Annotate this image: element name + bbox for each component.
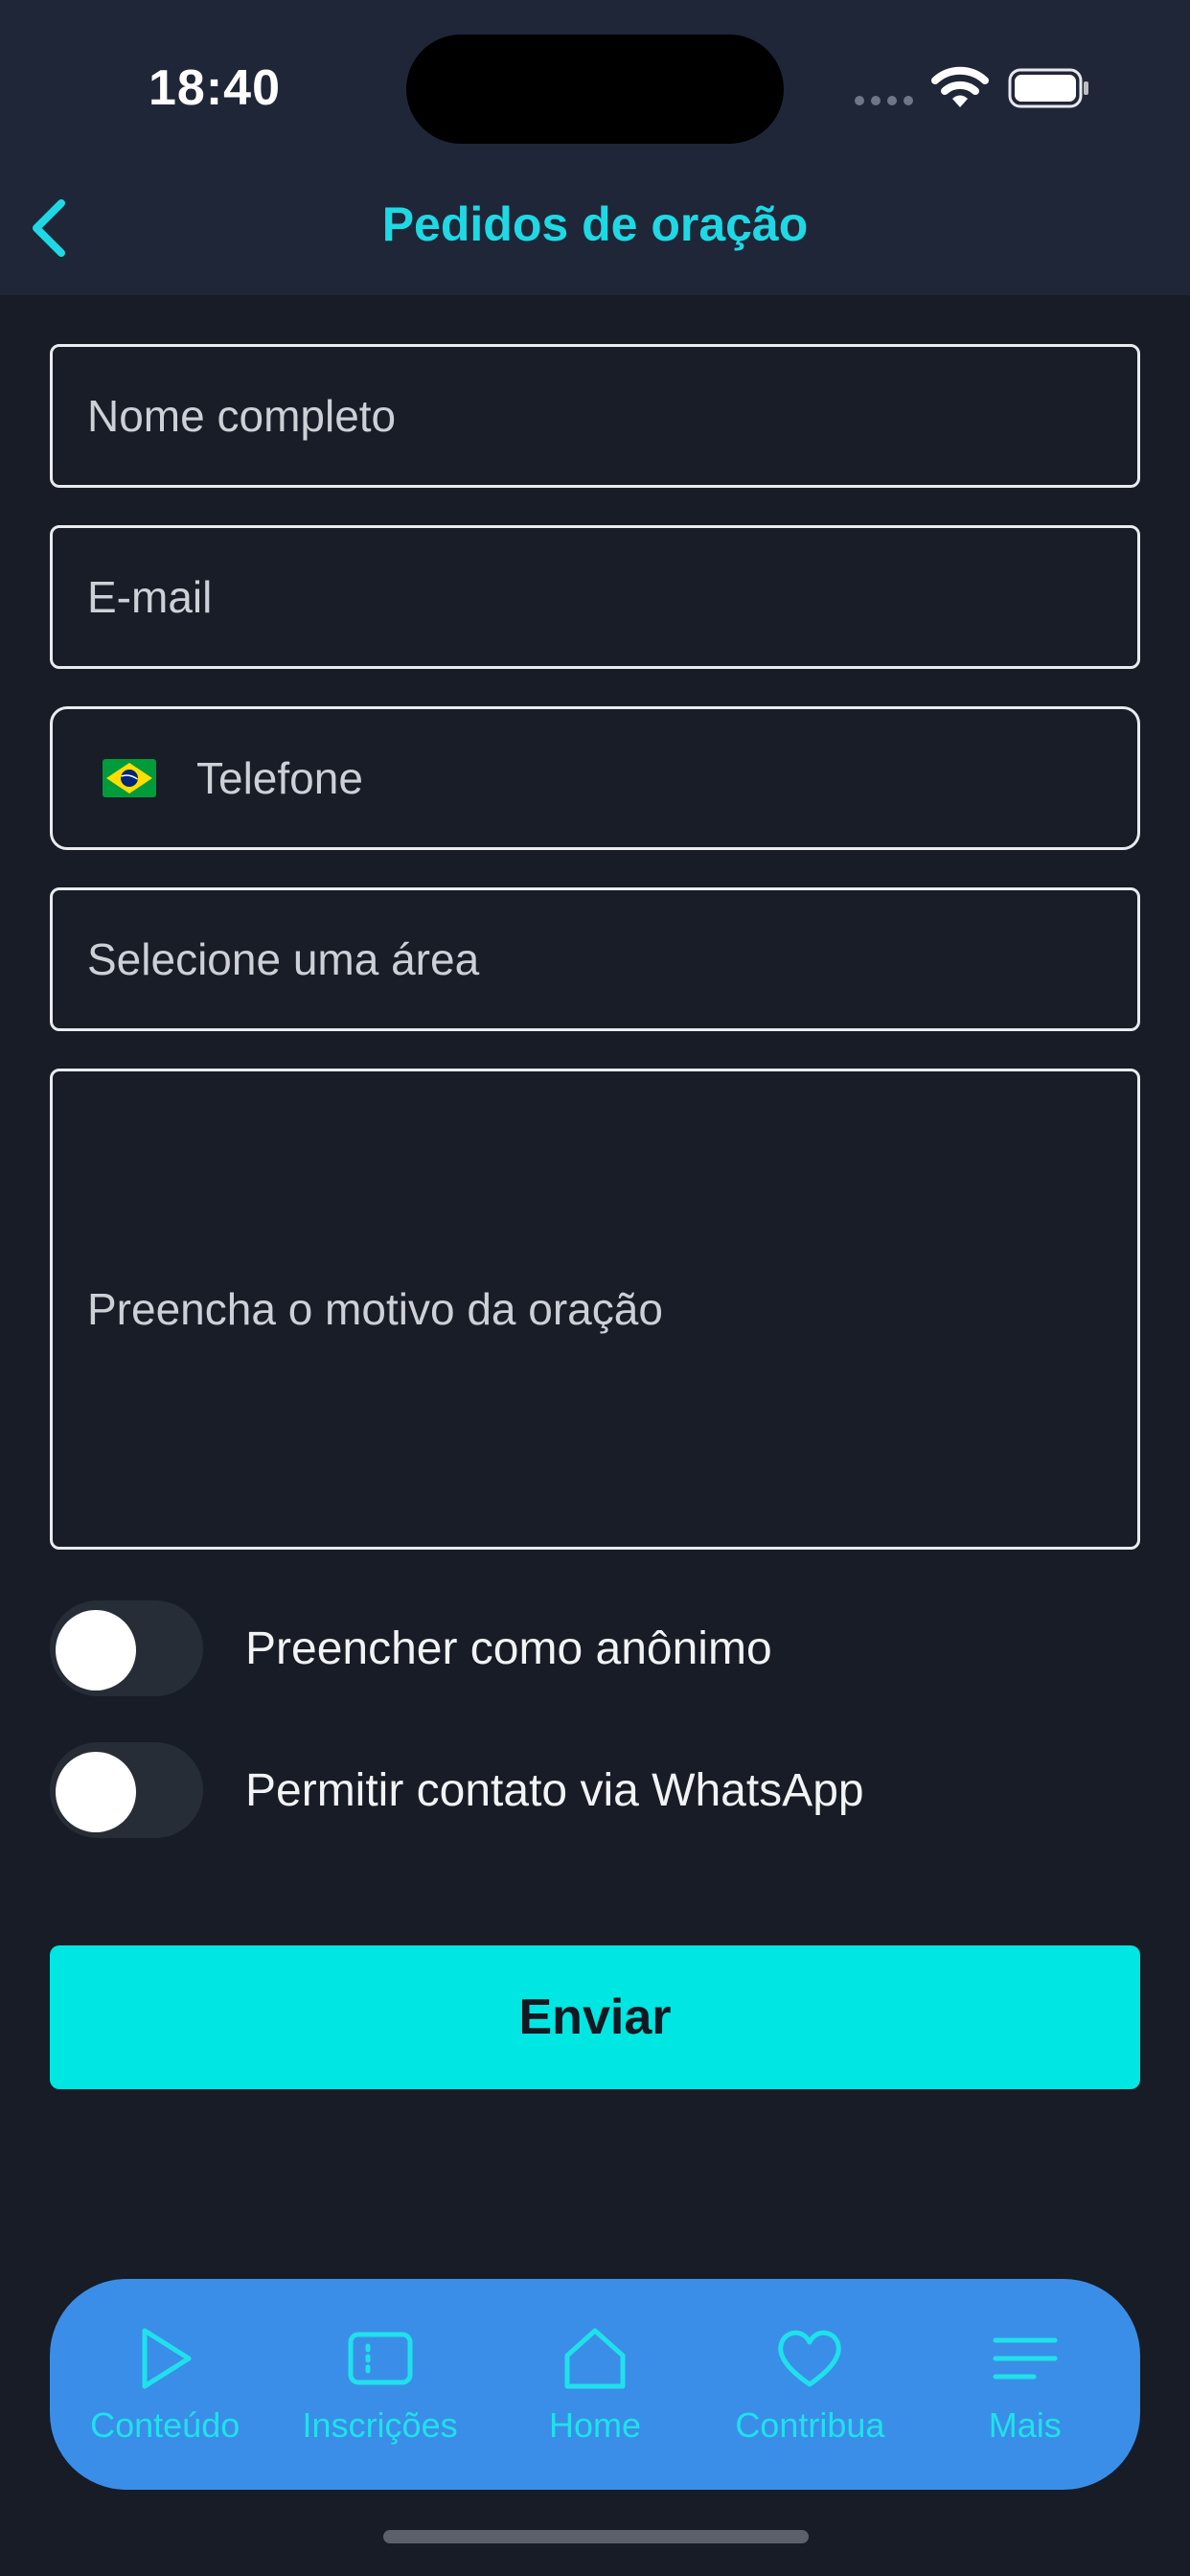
full-name-input[interactable]: Nome completo <box>50 344 1140 488</box>
tab-label: Home <box>548 2405 641 2445</box>
anonymous-toggle[interactable] <box>50 1600 203 1696</box>
area-placeholder: Selecione uma área <box>87 934 480 984</box>
anonymous-toggle-row: Preencher como anônimo <box>50 1600 1140 1696</box>
heart-icon <box>778 2330 842 2387</box>
home-indicator <box>383 2530 809 2543</box>
tab-home[interactable]: Home <box>490 2288 700 2480</box>
tab-label: Mais <box>988 2405 1062 2445</box>
screen: 18:40 Pedidos de oração Nome completo E-… <box>0 0 1190 2576</box>
toggle-knob <box>56 1752 136 1832</box>
home-icon <box>564 2328 626 2389</box>
submit-button[interactable]: Enviar <box>50 1945 1140 2089</box>
tab-label: Inscrições <box>302 2405 458 2445</box>
bottom-tab-bar: Conteúdo Inscrições Home Contribua Mais <box>50 2279 1140 2490</box>
page-title: Pedidos de oração <box>381 197 809 251</box>
phone-input[interactable]: Telefone <box>50 706 1140 850</box>
top-bar: 18:40 Pedidos de oração <box>0 0 1190 295</box>
prayer-reason-placeholder: Preencha o motivo da oração <box>87 1284 663 1334</box>
toggle-knob <box>56 1610 136 1690</box>
prayer-reason-textarea[interactable]: Preencha o motivo da oração <box>50 1069 1140 1550</box>
ticket-icon <box>348 2332 413 2385</box>
menu-icon <box>993 2337 1058 2380</box>
status-time: 18:40 <box>149 60 281 116</box>
email-placeholder: E-mail <box>87 572 213 622</box>
email-input[interactable]: E-mail <box>50 525 1140 669</box>
battery-icon <box>1008 68 1088 108</box>
dynamic-island <box>406 34 784 144</box>
tab-contribua[interactable]: Contribua <box>704 2288 915 2480</box>
tab-label: Contribua <box>735 2405 885 2445</box>
whatsapp-toggle[interactable] <box>50 1742 203 1838</box>
tab-mais[interactable]: Mais <box>920 2288 1131 2480</box>
whatsapp-label: Permitir contato via WhatsApp <box>245 1764 864 1816</box>
area-select[interactable]: Selecione uma área <box>50 887 1140 1031</box>
tab-label: Conteúdo <box>90 2405 240 2445</box>
tab-inscricoes[interactable]: Inscrições <box>275 2288 486 2480</box>
wifi-icon <box>931 66 989 107</box>
phone-placeholder: Telefone <box>196 753 363 803</box>
full-name-placeholder: Nome completo <box>87 391 397 441</box>
brazil-flag-icon[interactable] <box>103 759 156 797</box>
cellular-signal-icon <box>855 96 914 107</box>
tab-conteudo[interactable]: Conteúdo <box>59 2288 270 2480</box>
anonymous-label: Preencher como anônimo <box>245 1622 772 1674</box>
play-icon <box>142 2328 192 2389</box>
whatsapp-toggle-row: Permitir contato via WhatsApp <box>50 1742 1140 1838</box>
